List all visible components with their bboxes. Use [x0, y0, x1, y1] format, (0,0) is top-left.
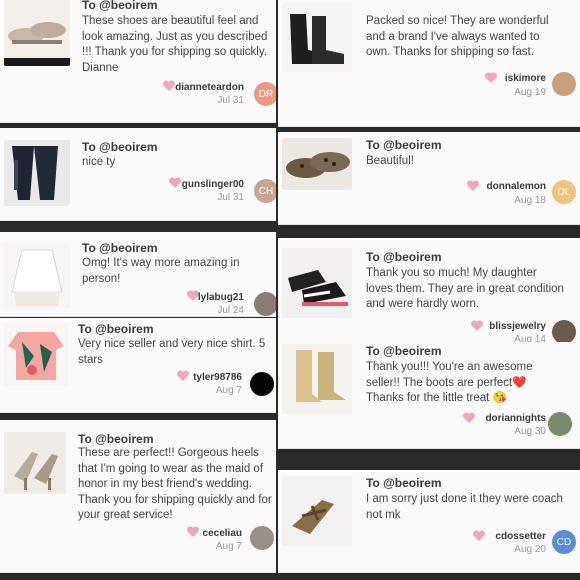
- review-message: Packed so nice! They are wonderful and a…: [366, 15, 549, 58]
- like-heart-icon[interactable]: [466, 180, 480, 192]
- review-card: To @beoirem These are perfect!! Gorgeous…: [0, 420, 276, 573]
- like-heart-icon[interactable]: [462, 412, 476, 424]
- like-heart-icon[interactable]: [162, 80, 176, 92]
- review-card: To @beoirem Very nice seller and very ni…: [0, 318, 276, 413]
- sandal-wedge-photo[interactable]: [282, 476, 352, 546]
- review-card: To @beoirem Omg! It's way more amazing i…: [0, 232, 276, 317]
- reviewer-avatar[interactable]: [250, 372, 274, 396]
- reviewer-avatar[interactable]: CD: [552, 530, 576, 554]
- reviewer-avatar[interactable]: DR: [254, 82, 276, 106]
- column-divider: [276, 0, 278, 580]
- review-card: To @beoirem Thank you!!! You're an aweso…: [278, 342, 580, 449]
- review-card: To @beoirem nice ty gunslinger00 Jul 31 …: [0, 128, 276, 221]
- review-message: These are perfect!! Gorgeous heels that …: [78, 447, 272, 521]
- review-card: To @beoirem These shoes are beautiful fe…: [0, 0, 276, 123]
- review-recipient: To @beoirem: [78, 322, 154, 336]
- review-message: Beautiful!: [366, 155, 414, 167]
- reviewer-avatar[interactable]: CH: [254, 179, 276, 203]
- review-recipient: To @beoirem: [366, 344, 442, 358]
- review-recipient: To @beoirem: [366, 476, 442, 490]
- reviewer-username[interactable]: dianneteardon: [175, 82, 244, 93]
- reviewer-username[interactable]: ceceliau: [203, 528, 242, 539]
- review-message: I am sorry just done it they were coach …: [366, 493, 563, 521]
- like-heart-icon[interactable]: [168, 177, 182, 189]
- tan-shoes-photo[interactable]: [4, 0, 70, 66]
- floral-shirt-photo[interactable]: [4, 322, 68, 386]
- reviewer-avatar[interactable]: [548, 412, 572, 436]
- reviewer-username[interactable]: cdossetter: [495, 531, 546, 542]
- sneakers-photo[interactable]: [282, 248, 352, 318]
- reviewer-avatar[interactable]: [254, 292, 276, 316]
- leopard-flats-photo[interactable]: [282, 138, 352, 190]
- reviewer-username[interactable]: tyler98786: [193, 372, 242, 383]
- reviewer-username[interactable]: iskimore: [505, 73, 546, 84]
- review-card: To @beoirem I am sorry just done it they…: [278, 470, 580, 573]
- review-card: To @beoirem Beautiful! donnalemon Aug 18…: [278, 132, 580, 225]
- like-heart-icon[interactable]: [484, 72, 498, 84]
- reviewer-avatar[interactable]: [552, 72, 576, 96]
- review-date: Jul 24: [217, 305, 244, 316]
- review-date: Jul 31: [217, 192, 244, 203]
- review-recipient: To @beoirem: [78, 432, 154, 446]
- reviewer-avatar[interactable]: DL: [552, 180, 576, 204]
- reviewer-username[interactable]: donnalemon: [487, 181, 546, 192]
- black-jeans-photo[interactable]: [4, 140, 70, 206]
- reviewer-username[interactable]: blissjewelry: [489, 321, 546, 332]
- review-date: Aug 7: [215, 541, 242, 552]
- review-recipient: To @beoirem: [82, 140, 158, 154]
- review-date: Jul 31: [217, 95, 244, 106]
- review-date: Aug 19: [514, 87, 546, 98]
- reviewer-avatar[interactable]: [250, 526, 274, 550]
- review-recipient: To @beoirem: [82, 241, 158, 255]
- black-booties-photo[interactable]: [282, 2, 352, 72]
- review-recipient: To @beoirem: [82, 0, 158, 12]
- review-message: These shoes are beautiful feel and look …: [82, 15, 268, 74]
- review-date: Aug 30: [514, 426, 546, 437]
- review-date: Aug 20: [514, 544, 546, 555]
- reviewer-username[interactable]: lylabug21: [198, 292, 244, 303]
- review-recipient: To @beoirem: [366, 138, 442, 152]
- gold-boots-photo[interactable]: [282, 344, 352, 414]
- heels-photo[interactable]: [4, 432, 66, 494]
- review-card: To @beoirem Thank you so much! My daught…: [278, 238, 580, 343]
- review-message: nice ty: [82, 156, 116, 168]
- white-top-photo[interactable]: [4, 242, 70, 308]
- like-heart-icon[interactable]: [470, 320, 484, 332]
- like-heart-icon[interactable]: [186, 526, 200, 538]
- review-message: Very nice seller and very nice shirt. 5 …: [78, 338, 266, 366]
- reviewer-username[interactable]: doriannights: [485, 413, 546, 424]
- reviewer-username[interactable]: gunslinger00: [182, 179, 244, 190]
- reviewer-avatar[interactable]: [552, 320, 576, 342]
- review-recipient: To @beoirem: [366, 250, 442, 264]
- review-message: Thank you so much! My daughter loves the…: [366, 267, 564, 310]
- like-heart-icon[interactable]: [176, 370, 190, 382]
- review-card: Packed so nice! They are wonderful and a…: [278, 0, 580, 127]
- review-message: Omg! It's way more amazing in person!: [82, 257, 240, 285]
- review-message: Thank you!!! You're an awesome seller!! …: [366, 361, 533, 404]
- review-date: Aug 18: [514, 195, 546, 206]
- like-heart-icon[interactable]: [472, 530, 486, 542]
- review-date: Aug 7: [215, 385, 242, 396]
